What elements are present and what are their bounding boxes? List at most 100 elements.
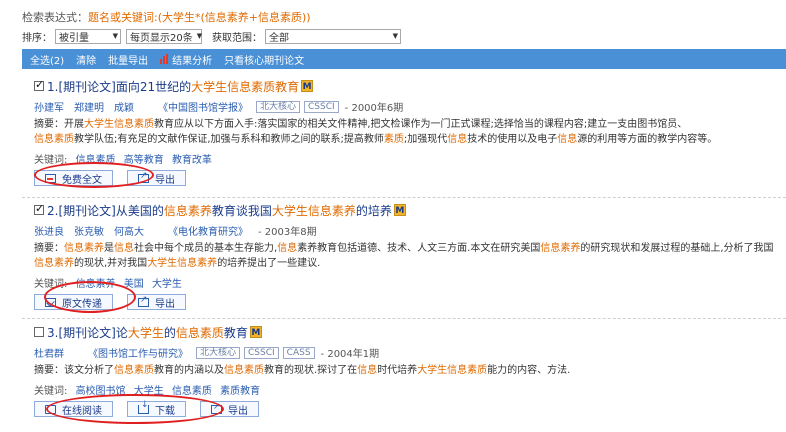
record-title-text[interactable]: 的 (164, 324, 176, 341)
record-title-highlight[interactable]: 大学生 (128, 324, 164, 341)
abstract-text: 教育的内涵以及 (154, 365, 224, 376)
abstract-text: 源的利用等方面的教学内容等。 (577, 134, 718, 145)
record-title-text[interactable]: 2.[期刊论文]从美国的 (47, 202, 164, 219)
index-tag: 北大核心 (256, 100, 301, 113)
button-label: 导出 (155, 298, 175, 310)
export-icon (138, 171, 149, 183)
abstract-text: 教育应从以下方面入手:落实国家的相关文件精神,把文检课作为一门正式课程;选择恰当… (154, 119, 688, 130)
journal-link[interactable]: 《中国图书馆学报》 (158, 99, 248, 114)
sort-select-value: 被引量 (59, 32, 89, 44)
keyword-link[interactable]: 信息素养 (76, 279, 116, 290)
button-label: 在线阅读 (62, 405, 102, 417)
result-record-2: 2.[期刊论文]从美国的信息素养教育谈我国大学生信息素养的培养 M 张进良 张克… (34, 202, 786, 310)
author-link[interactable]: 杜君群 (34, 345, 64, 360)
keyword-link[interactable]: 大学生 (152, 279, 182, 290)
abstract-highlight: 信息素质 (114, 365, 154, 376)
button-label: 导出 (155, 174, 175, 186)
result-record-3: 3.[期刊论文]论 大学生的信息素质 教育 M 杜君群 《图书馆工作与研究》 北大核… (34, 324, 786, 417)
record-title-text[interactable]: 教育谈我国 (212, 202, 272, 219)
core-journals-only-button[interactable]: 只看核心期刊论文 (224, 52, 304, 67)
abstract-highlight: 大学生信息素质 (84, 119, 154, 130)
batch-export-button[interactable]: 批量导出 (108, 52, 148, 67)
sort-select[interactable]: 被引量 ▼ (55, 28, 121, 44)
index-tag: 北大核心 (196, 346, 241, 359)
record-keywords: 关键词: 信息素质 高等教育 教育改革 (34, 151, 786, 166)
export-button[interactable]: 导出 (200, 401, 259, 417)
record-title-highlight[interactable]: 信息素养 (164, 202, 212, 219)
publication-year: - 2003年8期 (258, 227, 317, 238)
per-page-select[interactable]: 每页显示20条 ▼ (126, 28, 202, 44)
abstract-text: 的培养提出了一些建议. (217, 258, 321, 269)
index-tag: CSSCI (244, 346, 279, 359)
record-checkbox[interactable] (34, 202, 44, 215)
download-icon (138, 400, 149, 414)
select-all-button[interactable]: 全选(2) (30, 52, 64, 67)
record-keywords: 关键词: 信息素养 美国 大学生 (34, 275, 786, 290)
export-button[interactable]: 导出 (127, 294, 186, 310)
keyword-link[interactable]: 教育改革 (172, 155, 212, 166)
record-title-text[interactable]: 1.[期刊论文]面向21世纪的 (47, 78, 191, 95)
keyword-link[interactable]: 高校图书馆 (76, 386, 126, 397)
sort-label: 排序： (22, 32, 52, 44)
record-title[interactable]: 3.[期刊论文]论 大学生的信息素质 教育 M (34, 324, 786, 340)
record-title-highlight[interactable]: 信息素质 (176, 324, 224, 341)
keywords-label: 关键词: (34, 386, 68, 397)
free-fulltext-button[interactable]: 免费全文 (34, 170, 113, 186)
keywords-label: 关键词: (34, 279, 68, 290)
publication-year: - 2000年6期 (344, 103, 404, 114)
pdf-icon (45, 173, 56, 183)
keyword-link[interactable]: 美国 (124, 279, 144, 290)
download-button[interactable]: 下载 (127, 400, 186, 417)
chevron-down-icon: ▼ (112, 32, 118, 40)
record-checkbox[interactable] (34, 327, 44, 337)
abstract-text: 时代培养 (377, 365, 418, 376)
clear-button[interactable]: 清除 (76, 52, 96, 67)
abstract-text: 教育的现状.探讨了在 (264, 365, 358, 376)
keyword-link[interactable]: 高等教育 (124, 155, 164, 166)
record-title[interactable]: 2.[期刊论文]从美国的信息素养教育谈我国大学生信息素养的培养 M (34, 202, 786, 218)
author-link[interactable]: 成颖 (114, 99, 134, 114)
abstract-text: 教学队伍;有充足的文献作保证,加强与系科和教师之间的联系;提高教师 (74, 134, 384, 145)
record-title-text[interactable]: 的培养 (356, 202, 392, 219)
export-button[interactable]: 导出 (127, 170, 186, 186)
author-link[interactable]: 郑建明 (74, 99, 104, 114)
read-online-button[interactable]: 在线阅读 (34, 401, 113, 417)
abstract-highlight: 信息素质 (224, 365, 264, 376)
abstract-highlight: 信息素养 (540, 243, 581, 254)
export-icon (211, 402, 222, 414)
abstract-highlight: 信息 (277, 243, 298, 254)
journal-link[interactable]: 《图书馆工作与研究》 (88, 345, 188, 360)
record-title-highlight[interactable]: 大学生信息素质教育 (191, 78, 299, 95)
record-title-text[interactable]: 3.[期刊论文]论 (47, 324, 128, 341)
options-bar: 排序： 被引量 ▼ 每页显示20条 ▼ 获取范围： 全部 ▼ (22, 27, 401, 45)
record-title-highlight[interactable]: 大学生信息素养 (272, 202, 356, 219)
author-link[interactable]: 孙建军 (34, 99, 64, 114)
author-link[interactable]: 张克敏 (74, 223, 104, 238)
keyword-link[interactable]: 大学生 (134, 386, 164, 397)
author-link[interactable]: 何高大 (114, 223, 144, 238)
result-analysis-button[interactable]: 结果分析 (160, 52, 212, 67)
bar-chart-icon (160, 54, 169, 64)
abstract-text: 是 (104, 243, 114, 254)
keyword-link[interactable]: 素质教育 (220, 386, 260, 397)
record-abstract: 摘要：信息素养是信息社会中每个成员的基本生存能力,信息素养教育包括道德、技术、人… (34, 241, 786, 271)
range-select[interactable]: 全部 ▼ (265, 28, 401, 44)
document-delivery-button[interactable]: 原文传递 (34, 294, 113, 310)
record-title[interactable]: 1.[期刊论文]面向21世纪的大学生信息素质教育 M (34, 78, 786, 94)
keyword-link[interactable]: 信息素质 (76, 155, 116, 166)
journal-link[interactable]: 《电化教育研究》 (168, 223, 248, 238)
record-abstract: 摘要：开展大学生信息素质教育应从以下方面入手:落实国家的相关文件精神,把文检课作… (34, 117, 786, 147)
abstract-highlight: 信息 (114, 243, 134, 254)
abstract-highlight: 信息素养 (64, 243, 104, 254)
range-label: 获取范围： (212, 32, 262, 44)
record-title-text[interactable]: 教育 (224, 324, 248, 341)
record-keywords: 关键词: 高校图书馆 大学生 信息素质 素质教育 (34, 382, 786, 397)
author-link[interactable]: 张进良 (34, 223, 64, 238)
abstract-highlight: 素质 (383, 134, 404, 145)
record-abstract: 摘要：该文分析了信息素质教育的内涵以及信息素质教育的现状.探讨了在信息时代培养大… (34, 363, 786, 378)
abstract-text: 社会中每个成员的基本生存能力, (134, 243, 278, 254)
keyword-link[interactable]: 信息素质 (172, 386, 212, 397)
record-checkbox[interactable] (34, 78, 44, 91)
keywords-label: 关键词: (34, 155, 68, 166)
periodical-badge-icon: M (393, 204, 406, 216)
